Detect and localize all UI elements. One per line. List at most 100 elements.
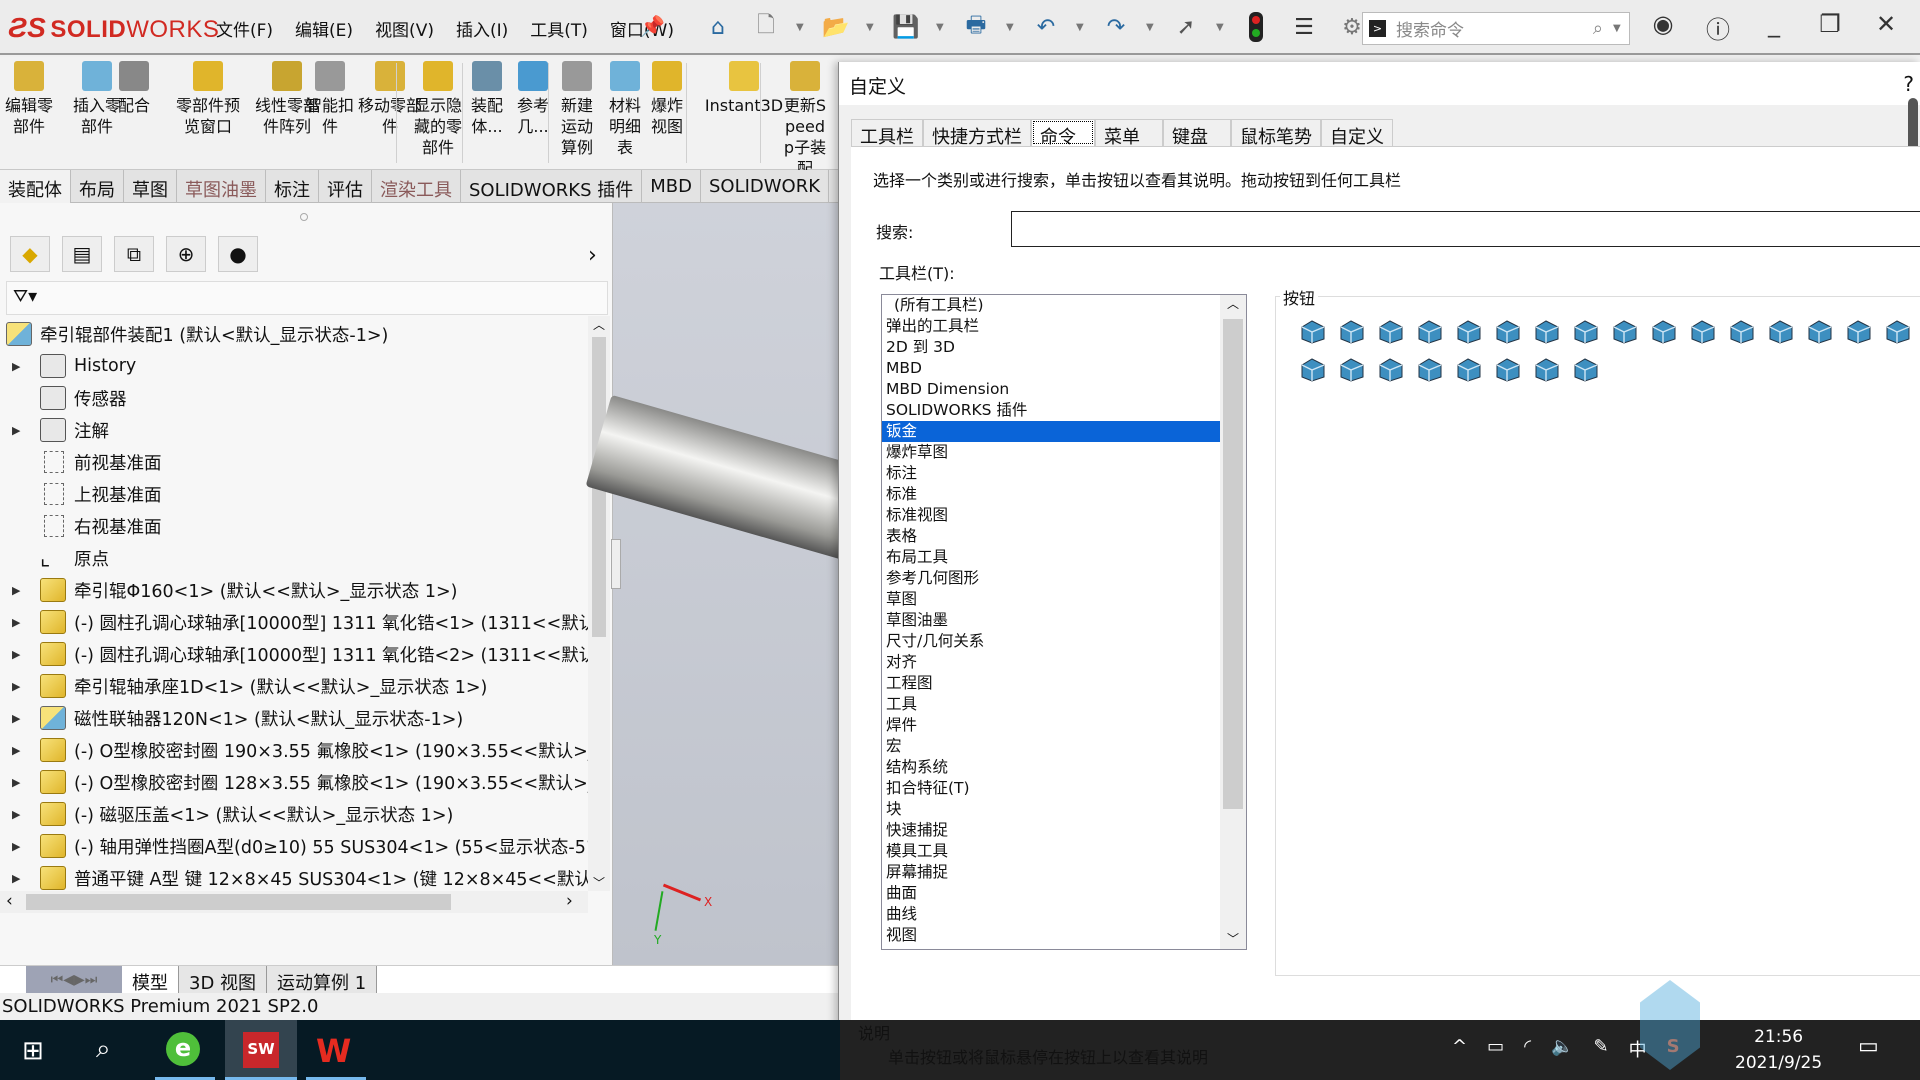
lofted-bend-icon[interactable] bbox=[1376, 317, 1406, 345]
rebuild-icon[interactable] bbox=[1238, 10, 1274, 44]
tree-item[interactable]: 上视基准面 bbox=[0, 478, 162, 510]
miter-flange-icon[interactable] bbox=[1454, 317, 1484, 345]
expand-arrow-icon[interactable]: ▶ bbox=[12, 648, 26, 661]
category-list-item[interactable]: 标准 bbox=[882, 484, 1220, 505]
category-list-item[interactable]: 工具 bbox=[882, 694, 1220, 715]
fold-icon[interactable] bbox=[1298, 355, 1328, 383]
category-list-item[interactable]: 扣合特征(T) bbox=[882, 778, 1220, 799]
insert-bends-icon[interactable] bbox=[1454, 355, 1484, 383]
corner-icon[interactable] bbox=[1688, 317, 1718, 345]
extruded-cut-icon[interactable] bbox=[1571, 355, 1601, 383]
category-list-item[interactable]: 宏 bbox=[882, 736, 1220, 757]
menu-item[interactable]: 插入(I) bbox=[456, 16, 508, 41]
user-account-icon[interactable]: ◉ bbox=[1645, 10, 1681, 38]
tree-vertical-scrollbar[interactable]: ︿ ﹀ bbox=[588, 316, 610, 891]
dialog-help-button[interactable]: ? bbox=[1903, 72, 1914, 96]
dimxpert-tab-icon[interactable]: ⊕ bbox=[166, 236, 206, 272]
dialog-tab[interactable]: 自定义 bbox=[1321, 119, 1393, 148]
command-tab[interactable]: SOLIDWORKS 插件 bbox=[461, 170, 643, 203]
expand-arrow-icon[interactable]: ▶ bbox=[12, 872, 26, 885]
wps-icon[interactable]: W bbox=[316, 1032, 351, 1070]
category-list-item[interactable]: 对齐 bbox=[882, 652, 1220, 673]
ribbon-button[interactable]: 材料明细表 bbox=[602, 61, 648, 158]
category-list-item[interactable]: 标准视图 bbox=[882, 505, 1220, 526]
select-icon[interactable]: ➚ bbox=[1168, 10, 1204, 44]
expand-arrow-icon[interactable]: ▶ bbox=[12, 616, 26, 629]
pin-icon[interactable]: 📌 bbox=[640, 14, 665, 38]
tree-item[interactable]: ▶ 牵引辊轴承座1D<1> (默认<<默认>_显示状态 1>) bbox=[0, 670, 487, 702]
tree-item[interactable]: ▶ 注解 bbox=[0, 414, 109, 446]
battery-icon[interactable]: ▭ bbox=[1487, 1036, 1504, 1062]
dialog-tab[interactable]: 快捷方式栏 bbox=[923, 119, 1031, 148]
dialog-tab[interactable]: 菜单 bbox=[1095, 119, 1163, 148]
menu-item[interactable]: 文件(F) bbox=[216, 16, 273, 41]
command-tab[interactable]: 草图 bbox=[124, 170, 177, 203]
tree-item[interactable]: 传感器 bbox=[0, 382, 127, 414]
notification-icon[interactable]: ▭ bbox=[1858, 1034, 1879, 1059]
tab-icon[interactable] bbox=[1649, 317, 1679, 345]
category-list-item[interactable]: 草图油墨 bbox=[882, 610, 1220, 631]
show-hidden-icons-icon[interactable]: ^ bbox=[1452, 1036, 1467, 1062]
start-icon[interactable]: ⊞ bbox=[22, 1036, 44, 1066]
tab-scroll-arrows[interactable]: ⏮◀▶⏭ bbox=[26, 966, 122, 993]
tree-item[interactable]: ▶ (-) O型橡胶密封圈 190×3.55 氟橡胶<1> (190×3.55<<… bbox=[0, 734, 588, 766]
property-manager-tab-icon[interactable]: ▤ bbox=[62, 236, 102, 272]
volume-icon[interactable]: 🔈 bbox=[1551, 1036, 1573, 1062]
dialog-tab[interactable]: 命令 bbox=[1031, 119, 1095, 148]
ribbon-button[interactable]: 参考几... bbox=[510, 61, 556, 137]
dialog-tab[interactable]: 工具栏 bbox=[851, 119, 923, 148]
expand-arrow-icon[interactable]: ▶ bbox=[12, 808, 26, 821]
category-list-item[interactable]: 曲面 bbox=[882, 883, 1220, 904]
category-list-item[interactable]: 草图 bbox=[882, 589, 1220, 610]
base-flange-icon[interactable] bbox=[1298, 317, 1328, 345]
category-list-item[interactable]: 曲线 bbox=[882, 904, 1220, 925]
minimize-button[interactable]: _ bbox=[1756, 10, 1792, 38]
dialog-tab[interactable]: 鼠标笔势 bbox=[1231, 119, 1321, 148]
command-tab[interactable]: MBD bbox=[642, 170, 701, 203]
category-list-item[interactable]: 爆炸草图 bbox=[882, 442, 1220, 463]
redo-icon[interactable]: ↷ bbox=[1098, 10, 1134, 44]
ribbon-button[interactable]: 装配体... bbox=[464, 61, 510, 137]
graphics-area[interactable]: XY bbox=[585, 203, 891, 965]
flatten-icon[interactable] bbox=[1337, 355, 1367, 383]
undo-icon[interactable]: ↶ bbox=[1028, 10, 1064, 44]
expand-arrow-icon[interactable]: ▶ bbox=[12, 744, 26, 757]
tree-item[interactable]: ▶ (-) O型橡胶密封圈 128×3.55 氟橡胶<1> (190×3.55<<… bbox=[0, 766, 588, 798]
category-list-item[interactable]: 块 bbox=[882, 799, 1220, 820]
expand-arrow-icon[interactable]: ▶ bbox=[12, 680, 26, 693]
category-list-item[interactable]: 2D 到 3D bbox=[882, 337, 1220, 358]
sketched-bend-icon[interactable] bbox=[1571, 317, 1601, 345]
wifi-icon[interactable]: ◜ bbox=[1524, 1036, 1531, 1062]
command-search-input[interactable] bbox=[1011, 211, 1920, 247]
tree-item[interactable]: 前视基准面 bbox=[0, 446, 162, 478]
ribbon-button[interactable]: 编辑零部件 bbox=[4, 61, 54, 137]
display-manager-tab-icon[interactable]: ● bbox=[218, 236, 258, 272]
expand-arrow-icon[interactable]: ▶ bbox=[12, 584, 26, 597]
tree-item[interactable]: 右视基准面 bbox=[0, 510, 162, 542]
rip-icon[interactable] bbox=[1415, 355, 1445, 383]
tree-item[interactable]: ⌞ 原点 bbox=[0, 542, 109, 574]
convert-to-sheet-metal-icon[interactable] bbox=[1337, 317, 1367, 345]
no-bends-icon[interactable] bbox=[1376, 355, 1406, 383]
expand-arrow-icon[interactable]: ▶ bbox=[12, 840, 26, 853]
category-list-scrollbar[interactable]: ︿ ﹀ bbox=[1220, 295, 1246, 949]
save-icon[interactable]: 💾 bbox=[888, 10, 924, 44]
jog-icon[interactable] bbox=[1532, 317, 1562, 345]
solidworks-logo[interactable]: ƧS SOLIDWORKS bbox=[8, 12, 219, 44]
command-tab[interactable]: 装配体 bbox=[0, 170, 71, 203]
ribbon-button[interactable]: Instant3D bbox=[704, 61, 784, 116]
tree-item[interactable]: ▶ History bbox=[0, 350, 136, 382]
browser-icon[interactable]: e bbox=[166, 1032, 200, 1066]
ribbon-button[interactable]: 更新Speedp子装配 bbox=[780, 61, 830, 179]
category-list-item[interactable]: 钣金 bbox=[882, 421, 1220, 442]
tree-horizontal-scrollbar[interactable]: ‹ › bbox=[0, 891, 588, 913]
clock[interactable]: 21:56 2021/9/25 bbox=[1735, 1024, 1822, 1076]
tree-item[interactable]: ▶ (-) 圆柱孔调心球轴承[10000型] 1311 氧化锆<1> (1311<… bbox=[0, 606, 588, 638]
tree-item[interactable]: ▶ 普通平键 A型 键 12×8×45 SUS304<1> (键 12×8×45<… bbox=[0, 862, 588, 891]
ribbon-button[interactable]: 零部件预览窗口 bbox=[174, 61, 242, 137]
edge-flange-icon[interactable] bbox=[1415, 317, 1445, 345]
category-list-item[interactable]: 尺寸/几何关系 bbox=[882, 631, 1220, 652]
configuration-manager-tab-icon[interactable]: ⧉ bbox=[114, 236, 154, 272]
category-list-item[interactable]: (所有工具栏) bbox=[882, 295, 1220, 316]
category-list-item[interactable]: MBD bbox=[882, 358, 1220, 379]
